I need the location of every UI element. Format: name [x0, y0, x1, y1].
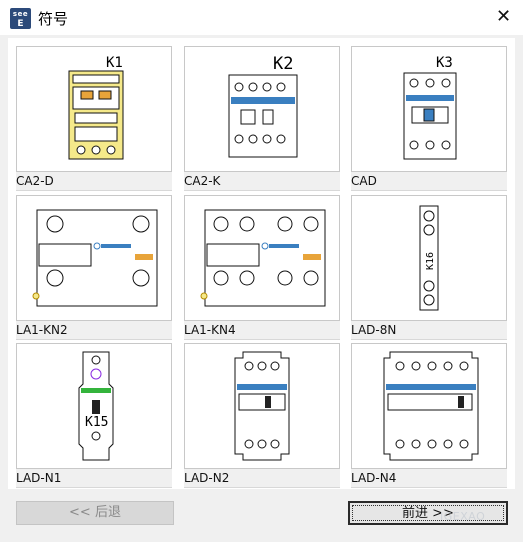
- symbol-gallery: K1 CA2-D K2 CA2-K K3 CAD LA1-KN2 LA1-KN4…: [8, 38, 515, 489]
- aux-block-2-drawing: [32, 209, 158, 307]
- symbol-thumbnail-la1-kn4[interactable]: [184, 195, 340, 321]
- symbol-label: CA2-K: [184, 172, 340, 191]
- symbol-thumbnail-ca2-d[interactable]: K1: [16, 46, 172, 172]
- slim-module-drawing: K15: [78, 351, 114, 461]
- symbol-card[interactable]: K2 CA2-K: [184, 46, 340, 191]
- symbol-label: LAD-8N: [351, 321, 507, 340]
- symbol-card[interactable]: LAD-N2: [184, 343, 340, 488]
- front-4-drawing: [383, 351, 479, 461]
- app-icon-text-bottom: E: [17, 19, 24, 29]
- symbol-label: LAD-N1: [16, 469, 172, 488]
- symbol-card[interactable]: K16 LAD-8N: [351, 195, 507, 340]
- aux-block-4-drawing: [200, 209, 326, 307]
- symbol-tag: K16: [425, 252, 436, 270]
- symbol-card[interactable]: K15 LAD-N1: [16, 343, 172, 488]
- symbol-label: LAD-N4: [351, 469, 507, 488]
- contactor-yellow-drawing: K1: [68, 55, 124, 160]
- watermark: IGEXAO: [440, 510, 486, 523]
- symbol-thumbnail-lad-n4[interactable]: [351, 343, 507, 469]
- title-bar: see E 符号 ✕: [0, 0, 523, 35]
- app-icon: see E: [10, 8, 31, 29]
- symbol-card[interactable]: K3 CAD: [351, 46, 507, 191]
- symbol-label: LA1-KN4: [184, 321, 340, 340]
- symbol-tag: K15: [85, 415, 108, 430]
- symbol-card[interactable]: LA1-KN2: [16, 195, 172, 340]
- app-icon-text-top: see: [12, 10, 29, 18]
- symbol-tag: K3: [436, 55, 453, 71]
- symbol-card[interactable]: K1 CA2-D: [16, 46, 172, 191]
- symbol-label: LA1-KN2: [16, 321, 172, 340]
- symbol-thumbnail-la1-kn2[interactable]: [16, 195, 172, 321]
- front-2-drawing: [234, 351, 290, 461]
- symbol-thumbnail-lad-n2[interactable]: [184, 343, 340, 469]
- contactor-grey-drawing: K2: [228, 54, 298, 158]
- symbol-card[interactable]: LAD-N4: [351, 343, 507, 488]
- symbol-thumbnail-lad-8n[interactable]: K16: [351, 195, 507, 321]
- symbol-thumbnail-cad[interactable]: K3: [351, 46, 507, 172]
- symbol-tag: K1: [106, 55, 123, 71]
- contactor-narrow-drawing: K3: [403, 55, 457, 160]
- back-button[interactable]: << 后退: [16, 501, 174, 525]
- symbol-label: CA2-D: [16, 172, 172, 191]
- close-icon: ✕: [495, 6, 512, 27]
- symbol-label: LAD-N2: [184, 469, 340, 488]
- close-button[interactable]: ✕: [484, 0, 523, 35]
- symbol-thumbnail-lad-n1[interactable]: K15: [16, 343, 172, 469]
- window-title: 符号: [38, 10, 69, 28]
- symbol-tag: K2: [273, 54, 293, 74]
- symbol-label: CAD: [351, 172, 507, 191]
- slim-vertical-drawing: K16: [419, 205, 439, 311]
- symbol-thumbnail-ca2-k[interactable]: K2: [184, 46, 340, 172]
- symbol-card[interactable]: LA1-KN4: [184, 195, 340, 340]
